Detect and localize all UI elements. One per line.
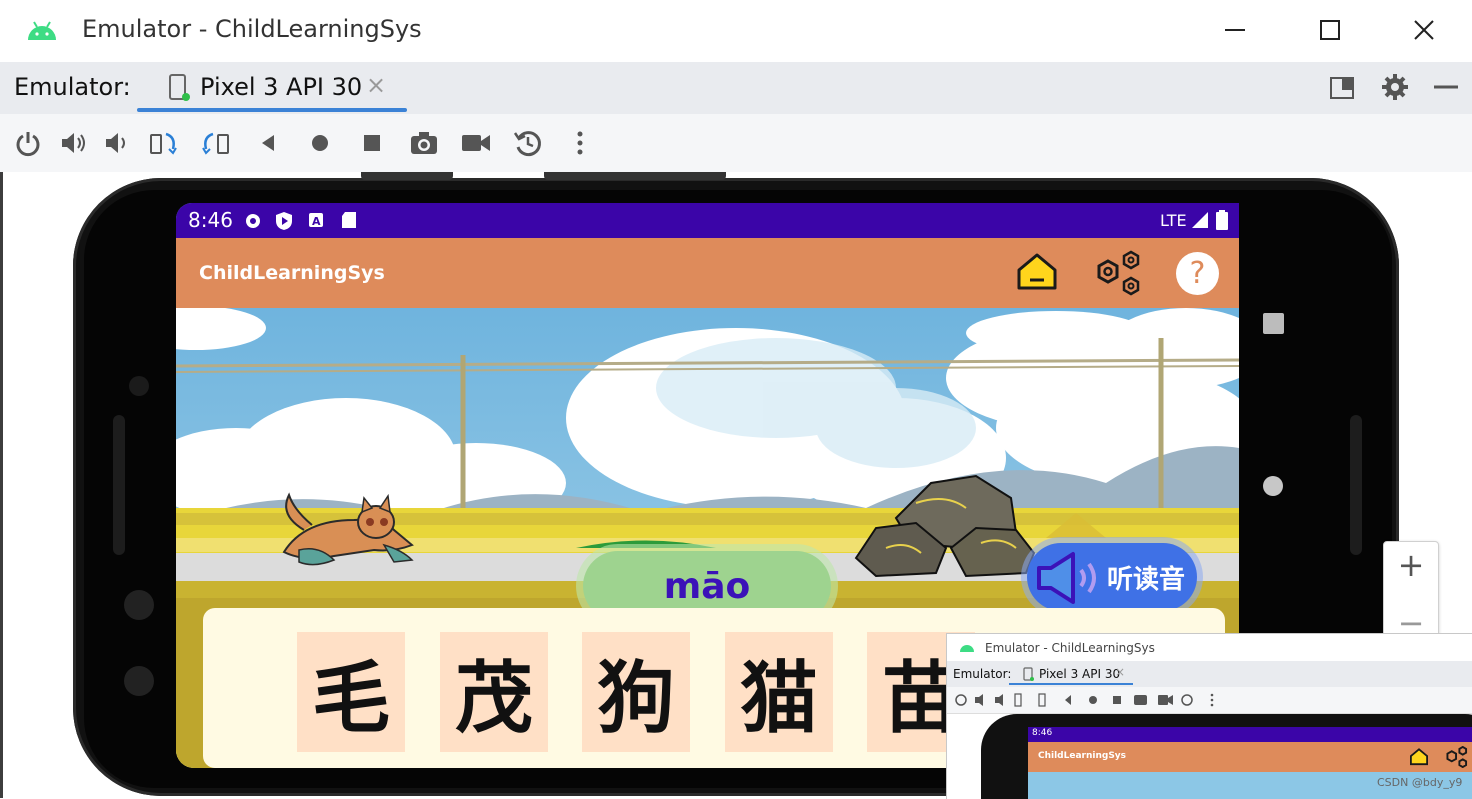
listen-button[interactable]: 听读音 [1027,543,1197,611]
window-titlebar: Emulator - ChildLearningSys [0,0,1472,63]
volume-up-icon [62,133,85,153]
app-bar: ChildLearningSys ? [176,238,1239,308]
power-icon [16,132,40,157]
mini-tab-close-icon[interactable]: × [1115,665,1125,679]
snapshot-icon [513,131,541,157]
more-button[interactable] [565,128,595,158]
character-card[interactable]: 毛 [297,632,405,752]
window-title: Emulator - ChildLearningSys [82,15,422,43]
mini-home-icon [1410,748,1428,766]
volume-down-button[interactable] [102,128,132,158]
sensor-top [124,590,154,620]
status-bar: 8:46 A LTE [176,203,1239,238]
mini-settings-hex-icon [1446,746,1468,768]
snapshot-button[interactable] [513,128,543,158]
minimize-icon [1225,29,1245,31]
camera-icon [411,132,437,154]
watermark: CSDN @bdy_y9 [1377,776,1463,789]
rotate-right-button[interactable] [201,128,231,158]
volume-up-button[interactable] [58,128,88,158]
more-icon [577,131,583,155]
volume-down-icon [106,133,125,153]
emulator-tabbar: Emulator: Pixel 3 API 30 × [0,62,1472,115]
device-icon [169,74,190,101]
listen-label: 听读音 [1107,565,1186,595]
minimize-button[interactable] [1212,10,1258,50]
sd-card-icon [342,212,356,228]
emulator-label: Emulator: [14,73,131,101]
back-icon [262,135,274,151]
overview-icon [364,135,380,151]
mini-tab-label[interactable]: Pixel 3 API 30 [1039,667,1120,681]
power-button[interactable] [13,128,43,158]
signal-icon [1192,212,1208,228]
rotate-right-icon [202,132,229,155]
app-notification-icon: A [309,213,323,228]
overview-button[interactable] [357,128,387,158]
nav-home-button[interactable] [1263,476,1283,496]
character-card[interactable]: 狗 [582,632,690,752]
battery-icon [1216,210,1228,230]
nav-overview-button[interactable] [1263,313,1284,334]
speaker-icon [1037,552,1096,604]
maximize-button[interactable] [1307,10,1353,50]
network-label: LTE [1160,211,1187,230]
zoom-in-button[interactable]: + [1384,546,1438,584]
video-camera-icon [462,135,490,151]
character-card[interactable]: 茂 [440,632,548,752]
hide-panel-icon[interactable] [1433,74,1459,100]
mini-toolbar-icons [955,693,1214,707]
zoom-control: + − [1383,541,1439,643]
mini-app-bar: ChildLearningSys [1028,742,1472,772]
tab-close-icon[interactable]: × [366,71,386,99]
speaker-grille-right [1350,415,1362,555]
status-time: 8:46 [188,208,233,232]
mini-active-tab-indicator [1009,683,1133,685]
close-icon [1414,20,1434,40]
phone-volume-button [544,172,726,180]
android-icon [960,645,974,652]
mini-status-time: 8:46 [1032,728,1053,738]
mini-toolbar [947,687,1472,714]
home-circle-icon [312,135,328,151]
sensor-bottom [124,666,154,696]
overlapping-emulator-window[interactable]: Emulator - ChildLearningSys Emulator: Pi… [946,633,1472,799]
front-camera [129,376,149,396]
svg-text:A: A [312,215,321,228]
emulator-toolbar [0,114,1472,173]
mini-emulator-label: Emulator: [953,667,1012,681]
play-protect-icon [276,212,292,230]
mini-tabbar: Emulator: Pixel 3 API 30 × [947,661,1472,687]
settings-hex-icon[interactable] [1094,250,1144,296]
help-icon[interactable]: ? [1176,252,1219,295]
character-card[interactable]: 猫 [725,632,833,752]
mini-app-title: ChildLearningSys [1038,751,1127,761]
home-button[interactable] [305,128,335,158]
speaker-grille-left [113,415,125,555]
mini-window-title: Emulator - ChildLearningSys [985,641,1155,655]
screenshot-button[interactable] [409,128,439,158]
phone-side-button [361,172,453,180]
mini-status-bar: 8:46 [1028,727,1472,742]
gear-icon[interactable] [1381,73,1409,101]
maximize-icon [1320,20,1340,40]
app-title: ChildLearningSys [199,262,385,284]
window-edge [0,172,3,798]
rotate-left-icon [150,132,177,155]
tab-label: Pixel 3 API 30 [200,73,363,101]
android-icon [28,21,56,40]
device-icon [1023,667,1034,681]
back-button[interactable] [253,128,283,158]
home-icon[interactable] [1016,252,1058,292]
active-tab-indicator [137,108,407,112]
close-button[interactable] [1401,10,1447,50]
screen-record-button[interactable] [461,128,491,158]
rotate-left-button[interactable] [149,128,179,158]
layout-icon[interactable] [1329,76,1355,100]
settings-status-icon [246,214,260,228]
